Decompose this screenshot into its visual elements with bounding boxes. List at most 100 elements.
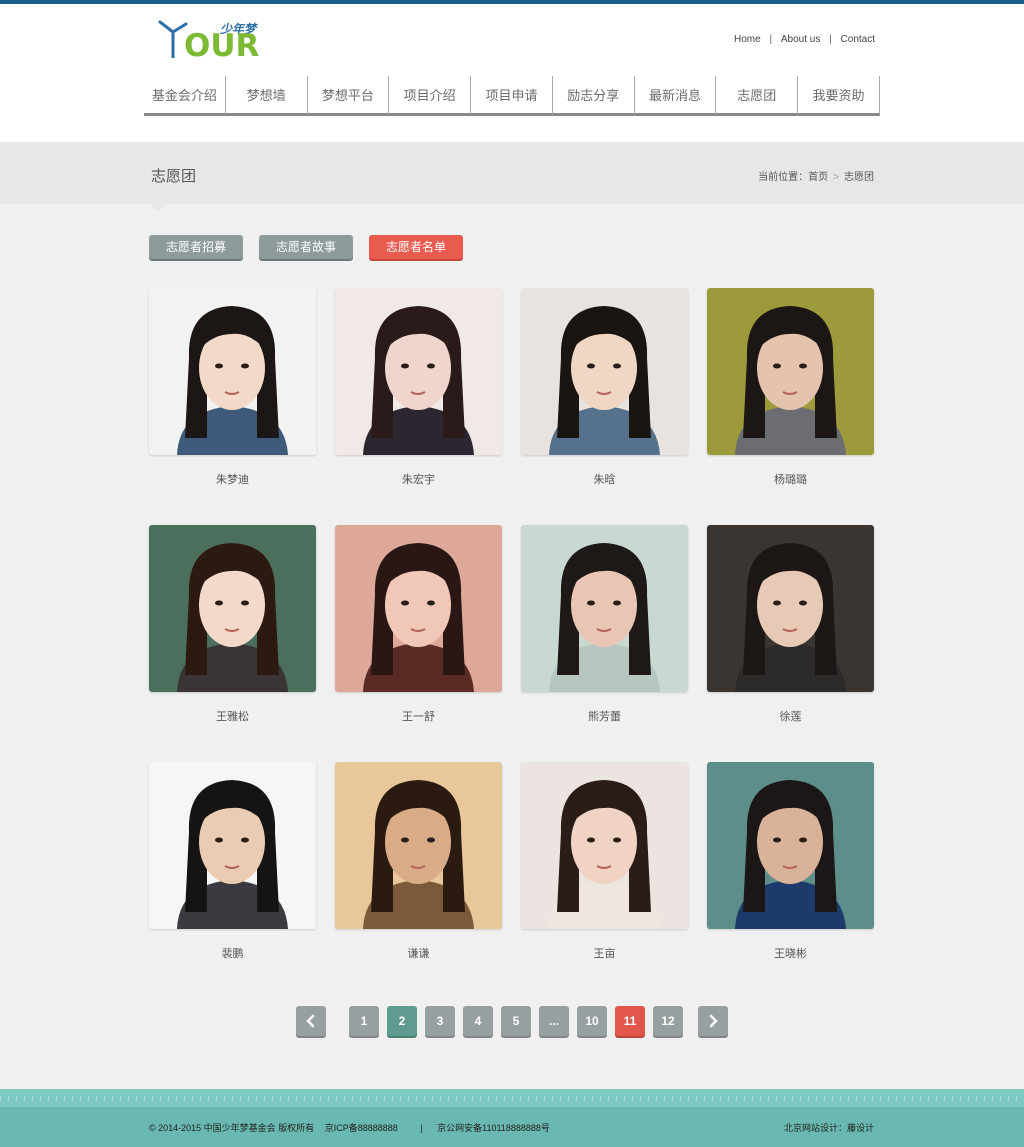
volunteer-card[interactable]: 朱宏宇 [335, 288, 502, 487]
breadcrumb-prefix: 当前位置： [758, 172, 809, 183]
nav-item-news[interactable]: 最新消息 [634, 76, 717, 116]
title-bar: 志愿团 当前位置：首页 > 志愿团 [0, 142, 1024, 212]
design-credit[interactable]: 北京网站设计：藤设计 [784, 1121, 874, 1134]
nav-item-share[interactable]: 励志分享 [552, 76, 635, 116]
next-page-button[interactable] [698, 1006, 728, 1036]
site-logo[interactable]: 少年梦 OUR [156, 14, 266, 64]
header: 少年梦 OUR Home | About us | Contact 基金会介绍 … [0, 4, 1024, 142]
volunteer-photo[interactable] [335, 288, 502, 455]
title-notch [150, 204, 166, 212]
portrait-image [521, 288, 688, 455]
nav-item-apply[interactable]: 项目申请 [471, 76, 553, 116]
page-button[interactable]: 5 [501, 1006, 531, 1036]
volunteer-photo[interactable] [707, 525, 874, 692]
page-button[interactable]: 3 [425, 1006, 455, 1036]
volunteer-card[interactable]: 朱晗 [521, 288, 688, 487]
page-button[interactable]: 1 [349, 1006, 379, 1036]
nav-item-dream-platform[interactable]: 梦想平台 [307, 76, 390, 116]
volunteer-name[interactable]: 裴鹏 [149, 945, 316, 961]
sub-tabs: 志愿者招募 志愿者故事 志愿者名单 [149, 235, 463, 259]
page-title: 志愿团 [151, 168, 197, 185]
page-button[interactable]: 11 [615, 1006, 645, 1036]
portrait-image [149, 525, 316, 692]
volunteer-name[interactable]: 徐莲 [707, 708, 874, 724]
breadcrumb-current: 志愿团 [844, 172, 874, 183]
volunteer-photo[interactable] [149, 762, 316, 929]
volunteer-card[interactable]: 杨璐璐 [707, 288, 874, 487]
breadcrumb: 当前位置：首页 > 志愿团 [758, 168, 874, 183]
portrait-image [521, 525, 688, 692]
footer-ruler [0, 1096, 1024, 1102]
volunteer-name[interactable]: 谦谦 [335, 945, 502, 961]
nav-item-dream-wall[interactable]: 梦想墙 [225, 76, 308, 116]
volunteer-name[interactable]: 王一舒 [335, 708, 502, 724]
volunteer-card[interactable]: 王晓彬 [707, 762, 874, 961]
volunteer-photo[interactable] [707, 288, 874, 455]
portrait-image [707, 525, 874, 692]
tab-roster[interactable]: 志愿者名单 [369, 235, 463, 259]
top-links: Home | About us | Contact [734, 34, 875, 45]
footer: © 2014-2015 中国少年梦基金会 版权所有 京ICP备88888888 … [0, 1107, 1024, 1147]
volunteer-card[interactable]: 王一舒 [335, 525, 502, 724]
volunteer-photo[interactable] [521, 288, 688, 455]
volunteer-name[interactable]: 熊芳蕾 [521, 708, 688, 724]
prev-page-button[interactable] [296, 1006, 326, 1036]
contact-link[interactable]: Contact [841, 34, 875, 45]
nav-item-volunteers[interactable]: 志愿团 [716, 76, 799, 116]
volunteer-card[interactable]: 熊芳蕾 [521, 525, 688, 724]
logo-en-text: OUR [184, 28, 260, 64]
volunteer-card[interactable]: 王雅松 [149, 525, 316, 724]
portrait-image [335, 525, 502, 692]
volunteer-name[interactable]: 王雅松 [149, 708, 316, 724]
volunteer-name[interactable]: 朱梦迪 [149, 471, 316, 487]
portrait-image [149, 762, 316, 929]
link-separator: | [769, 34, 773, 45]
footer-separator: | [420, 1123, 423, 1133]
volunteer-name[interactable]: 王晓彬 [707, 945, 874, 961]
page-button[interactable]: 10 [577, 1006, 607, 1036]
nav-item-projects[interactable]: 项目介绍 [389, 76, 472, 116]
page-button[interactable]: 12 [653, 1006, 683, 1036]
chevron-left-icon [306, 1014, 315, 1028]
link-separator: | [829, 34, 832, 45]
main-nav: 基金会介绍 梦想墙 梦想平台 项目介绍 项目申请 励志分享 最新消息 志愿团 我… [144, 76, 880, 122]
portrait-image [707, 288, 874, 455]
portrait-image [335, 288, 502, 455]
icp-text: 京ICP备88888888 [324, 1123, 398, 1133]
volunteer-card[interactable]: 谦谦 [335, 762, 502, 961]
page-button[interactable]: 4 [463, 1006, 493, 1036]
page-ellipsis[interactable]: ... [539, 1006, 569, 1036]
tab-recruit[interactable]: 志愿者招募 [149, 235, 243, 259]
volunteer-photo[interactable] [149, 288, 316, 455]
volunteer-photo[interactable] [149, 525, 316, 692]
volunteer-photo[interactable] [521, 525, 688, 692]
portrait-image [521, 762, 688, 929]
portrait-image [335, 762, 502, 929]
nav-item-donate[interactable]: 我要资助 [798, 76, 880, 116]
page-button[interactable]: 2 [387, 1006, 417, 1036]
volunteer-photo[interactable] [521, 762, 688, 929]
portrait-image [707, 762, 874, 929]
breadcrumb-arrow-icon: > [833, 172, 839, 183]
volunteer-photo[interactable] [707, 762, 874, 929]
volunteer-name[interactable]: 朱宏宇 [335, 471, 502, 487]
portrait-image [149, 288, 316, 455]
copyright-text: © 2014-2015 中国少年梦基金会 版权所有 [149, 1123, 315, 1133]
chevron-right-icon [709, 1014, 718, 1028]
volunteer-name[interactable]: 朱晗 [521, 471, 688, 487]
volunteer-card[interactable]: 王亩 [521, 762, 688, 961]
volunteer-card[interactable]: 裴鹏 [149, 762, 316, 961]
volunteer-photo[interactable] [335, 525, 502, 692]
volunteer-card[interactable]: 徐莲 [707, 525, 874, 724]
tab-stories[interactable]: 志愿者故事 [259, 235, 353, 259]
volunteer-name[interactable]: 王亩 [521, 945, 688, 961]
breadcrumb-home[interactable]: 首页 [808, 172, 828, 183]
volunteer-name[interactable]: 杨璐璐 [707, 471, 874, 487]
home-link[interactable]: Home [734, 34, 761, 45]
footer-info: © 2014-2015 中国少年梦基金会 版权所有 京ICP备88888888 … [149, 1121, 558, 1134]
nav-item-foundation[interactable]: 基金会介绍 [144, 76, 226, 116]
volunteer-photo[interactable] [335, 762, 502, 929]
volunteer-card[interactable]: 朱梦迪 [149, 288, 316, 487]
police-text: 京公网安备110118888888号 [437, 1123, 550, 1133]
about-link[interactable]: About us [781, 34, 820, 45]
